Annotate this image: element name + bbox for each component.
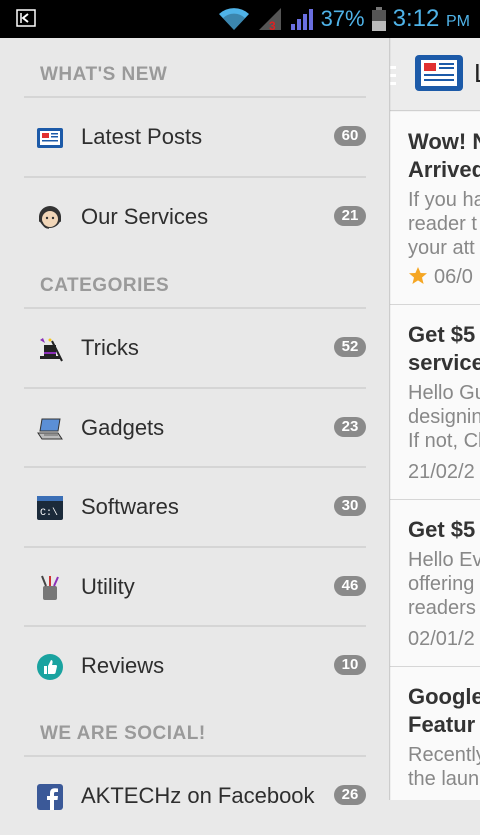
post-title: Arrived (408, 157, 480, 182)
drawer-item-label: Reviews (81, 653, 165, 678)
post-title: service (408, 350, 480, 375)
post-excerpt: If not, Cl (408, 430, 480, 452)
drawer-item-facebook[interactable]: AKTECHz on Facebook 26 (24, 757, 366, 835)
status-bar: 3 37% 3:12 PM (0, 0, 480, 38)
post-excerpt: your att (408, 237, 475, 259)
post-title: Wow! N (408, 129, 480, 154)
mobile-signal-1-icon: 3 (258, 8, 281, 32)
post-excerpt: Hello Gu (408, 382, 480, 404)
post-card[interactable]: Get $5 service Hello Gu designin If not,… (390, 305, 480, 500)
section-header-social: WE ARE SOCIAL! (40, 723, 206, 744)
post-card[interactable]: Google Featur Recently the laun (390, 667, 480, 800)
clock: 3:12 PM (392, 5, 470, 32)
star-icon[interactable] (408, 266, 428, 286)
count-badge: 21 (334, 206, 366, 226)
post-excerpt: reader t (408, 213, 477, 235)
mobile-signal-2-icon (290, 9, 313, 30)
count-badge: 30 (334, 496, 366, 516)
battery-percent: 37% (320, 6, 365, 31)
drawer-item-label: Latest Posts (81, 124, 203, 149)
post-excerpt: Hello Ev (408, 549, 480, 571)
drawer-item-tricks[interactable]: Tricks 52 (24, 309, 366, 387)
action-bar-title: L (474, 58, 480, 89)
post-date: 06/0 (434, 266, 473, 288)
thumbs-up-icon (37, 654, 63, 680)
post-card[interactable]: Wow! N Arrived If you ha reader t your a… (390, 112, 480, 305)
count-badge: 10 (334, 655, 366, 675)
notification-icon (16, 9, 36, 27)
post-excerpt: readers (408, 597, 476, 619)
count-badge: 23 (334, 417, 366, 437)
post-title: Get $5 (408, 517, 476, 542)
drawer-item-label: AKTECHz on Facebook (81, 783, 315, 808)
count-badge: 46 (334, 576, 366, 596)
section-header-categories: CATEGORIES (40, 275, 170, 296)
navigation-drawer: WHAT'S NEW Latest Posts 60 Our Services … (0, 38, 389, 810)
count-badge: 60 (334, 126, 366, 146)
post-excerpt: Recently (408, 744, 480, 766)
laptop-icon (37, 418, 63, 440)
tools-icon (41, 575, 59, 600)
count-badge: 26 (334, 785, 366, 805)
post-title: Featur (408, 712, 476, 737)
battery-icon (371, 7, 386, 31)
svg-text:3: 3 (269, 19, 276, 32)
terminal-icon: C:\ (37, 496, 63, 520)
svg-text:C:\: C:\ (40, 507, 58, 519)
drawer-item-label: Tricks (81, 335, 139, 360)
count-badge: 52 (334, 337, 366, 357)
post-date: 02/01/2 (408, 628, 475, 650)
magic-hat-icon (40, 338, 63, 362)
drawer-item-label: Utility (81, 574, 135, 599)
post-card[interactable]: Get $5 Hello Ev offering readers 02/01/2 (390, 500, 480, 667)
drawer-item-reviews[interactable]: Reviews 10 (24, 627, 366, 705)
post-date: 21/02/2 (408, 461, 475, 483)
section-header-whats-new: WHAT'S NEW (40, 64, 168, 85)
drawer-item-latest-posts[interactable]: Latest Posts 60 (24, 98, 366, 176)
post-title: Google (408, 684, 480, 709)
app-logo-icon[interactable] (414, 54, 464, 92)
drawer-item-our-services[interactable]: Our Services 21 (24, 178, 366, 256)
post-excerpt: designin (408, 406, 480, 428)
drawer-item-label: Softwares (81, 494, 179, 519)
post-title: Get $5 (408, 322, 476, 347)
drawer-item-label: Our Services (81, 204, 209, 229)
drawer-item-utility[interactable]: Utility 46 (24, 548, 366, 626)
post-excerpt: the laun (408, 768, 480, 790)
drawer-item-softwares[interactable]: C:\ Softwares 30 (24, 468, 366, 546)
drawer-item-label: Gadgets (81, 415, 165, 440)
newspaper-icon (37, 128, 63, 148)
drawer-item-gadgets[interactable]: Gadgets 23 (24, 389, 366, 467)
wifi-icon (218, 8, 249, 30)
post-excerpt: If you ha (408, 189, 480, 211)
post-excerpt: offering (408, 573, 475, 595)
action-bar: L (390, 38, 480, 111)
post-list-panel: L Wow! N Arrived If you ha reader t your… (390, 38, 480, 800)
facebook-icon (37, 784, 63, 810)
support-agent-icon (39, 206, 61, 229)
